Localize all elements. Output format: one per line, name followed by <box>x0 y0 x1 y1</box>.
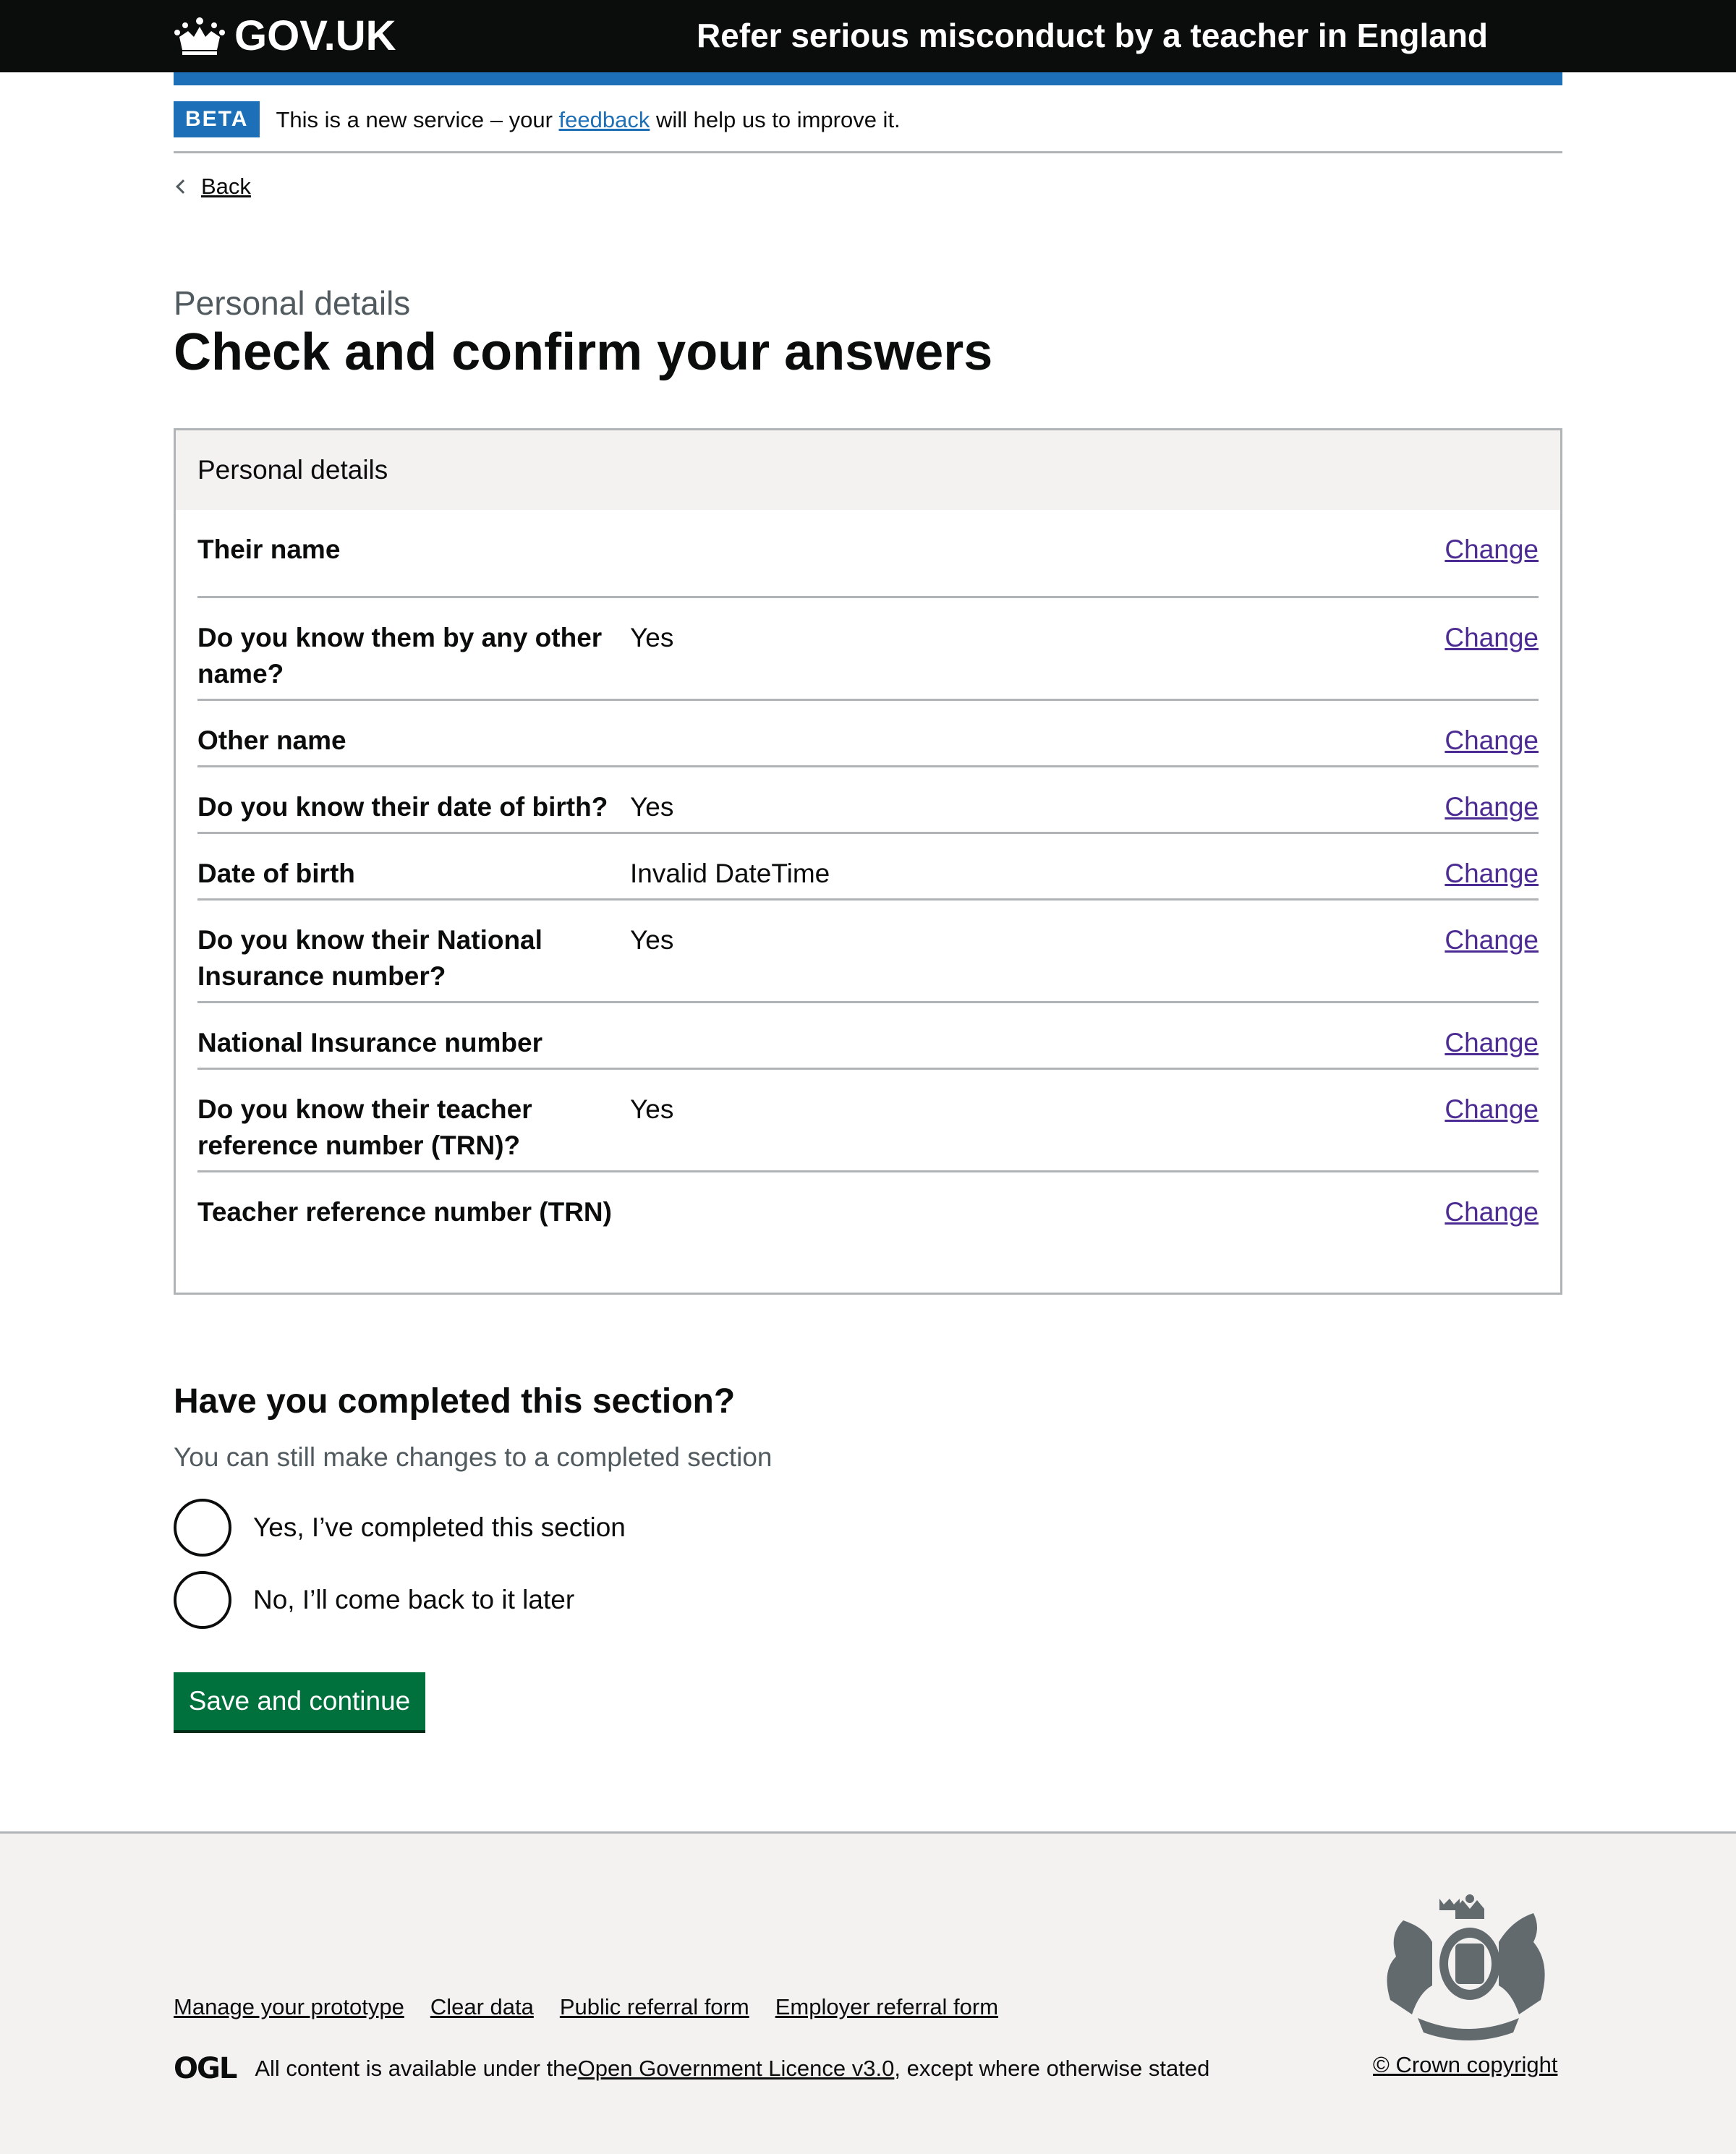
summary-list: Their name Change Do you know them by an… <box>197 510 1539 1290</box>
summary-row: Do you know them by any other name? Yes … <box>197 598 1539 701</box>
change-link[interactable]: Change <box>1444 620 1539 656</box>
summary-value: Yes <box>630 925 674 955</box>
page-caption: Personal details <box>174 284 411 322</box>
change-link[interactable]: Change <box>1444 723 1539 759</box>
radio-button[interactable] <box>174 1571 231 1629</box>
summary-row: Their name Change <box>197 510 1539 598</box>
summary-key: Their name <box>197 535 341 564</box>
radio-label[interactable]: No, I’ll come back to it later <box>253 1585 574 1615</box>
summary-value: Yes <box>630 623 674 652</box>
radio-label[interactable]: Yes, I’ve completed this section <box>253 1512 626 1543</box>
licence-statement: OGL All content is available under the O… <box>174 2052 1209 2085</box>
back-link-label: Back <box>201 174 251 199</box>
summary-card: Personal details Their name Change Do yo… <box>174 428 1562 1295</box>
completion-question: Have you completed this section? <box>174 1382 736 1421</box>
completion-hint: You can still make changes to a complete… <box>174 1442 773 1472</box>
phase-banner: BETA This is a new service – your feedba… <box>174 101 1562 153</box>
summary-row: Date of birth Invalid DateTime Change <box>197 834 1539 901</box>
summary-key: National Insurance number <box>197 1028 542 1057</box>
summary-value: Yes <box>630 1094 674 1124</box>
summary-key: Do you know their date of birth? <box>197 792 608 822</box>
back-link[interactable]: Back <box>174 174 251 200</box>
change-link[interactable]: Change <box>1444 1025 1539 1061</box>
crown-copyright-link[interactable]: © Crown copyright <box>1373 2052 1557 2078</box>
summary-key: Do you know their teacher reference numb… <box>197 1094 532 1160</box>
summary-row: Other name Change <box>197 701 1539 767</box>
chevron-left-icon <box>176 179 190 194</box>
service-name-link[interactable]: Refer serious misconduct by a teacher in… <box>658 13 1526 58</box>
summary-key: Do you know their National Insurance num… <box>197 925 542 991</box>
phase-text-before: This is a new service – your <box>276 107 559 132</box>
radio-option-yes[interactable]: Yes, I’ve completed this section <box>174 1499 626 1557</box>
phase-text-after: will help us to improve it. <box>650 107 901 132</box>
summary-card-title: Personal details <box>176 430 1560 510</box>
footer-link-manage-prototype[interactable]: Manage your prototype <box>174 1994 404 2020</box>
crown-icon <box>174 17 225 55</box>
summary-key: Teacher reference number (TRN) <box>197 1197 612 1227</box>
summary-key: Date of birth <box>197 859 355 888</box>
summary-value: Invalid DateTime <box>630 859 830 888</box>
site-header: GOV.UK Refer serious misconduct by a tea… <box>0 0 1736 72</box>
summary-row: National Insurance number Change <box>197 1003 1539 1070</box>
footer-link-employer-referral[interactable]: Employer referral form <box>775 1994 998 2020</box>
feedback-link[interactable]: feedback <box>559 107 650 132</box>
footer-links: Manage your prototype Clear data Public … <box>174 1994 998 2020</box>
change-link[interactable]: Change <box>1444 856 1539 892</box>
summary-row: Do you know their National Insurance num… <box>197 901 1539 1003</box>
change-link[interactable]: Change <box>1444 789 1539 825</box>
radio-option-no[interactable]: No, I’ll come back to it later <box>174 1571 574 1629</box>
header-accent-bar <box>174 72 1562 85</box>
summary-row: Do you know their teacher reference numb… <box>197 1070 1539 1172</box>
licence-text-after: , except where otherwise stated <box>894 2056 1210 2081</box>
change-link[interactable]: Change <box>1444 922 1539 958</box>
summary-row: Teacher reference number (TRN) Change <box>197 1172 1539 1290</box>
save-and-continue-button[interactable]: Save and continue <box>174 1672 425 1730</box>
beta-tag: BETA <box>174 101 260 137</box>
site-footer: Manage your prototype Clear data Public … <box>0 1831 1736 2154</box>
ogl-licence-link[interactable]: Open Government Licence v3.0 <box>578 2056 895 2082</box>
summary-key: Do you know them by any other name? <box>197 623 603 689</box>
change-link[interactable]: Change <box>1444 1091 1539 1128</box>
govuk-logo-link[interactable]: GOV.UK <box>174 12 396 59</box>
radio-button[interactable] <box>174 1499 231 1557</box>
ogl-logo-icon: OGL <box>174 2052 237 2085</box>
summary-key: Other name <box>197 725 346 755</box>
govuk-logo-text: GOV.UK <box>234 12 396 59</box>
change-link[interactable]: Change <box>1444 532 1539 568</box>
royal-coat-of-arms-icon <box>1387 1894 1545 2040</box>
summary-row: Do you know their date of birth? Yes Cha… <box>197 767 1539 834</box>
page-title: Check and confirm your answers <box>174 323 993 381</box>
footer-link-public-referral[interactable]: Public referral form <box>560 1994 749 2020</box>
summary-value: Yes <box>630 792 674 822</box>
phase-banner-text: This is a new service – your feedback wi… <box>276 107 900 133</box>
change-link[interactable]: Change <box>1444 1194 1539 1230</box>
footer-link-clear-data[interactable]: Clear data <box>430 1994 534 2020</box>
licence-text-before: All content is available under the <box>255 2056 578 2081</box>
